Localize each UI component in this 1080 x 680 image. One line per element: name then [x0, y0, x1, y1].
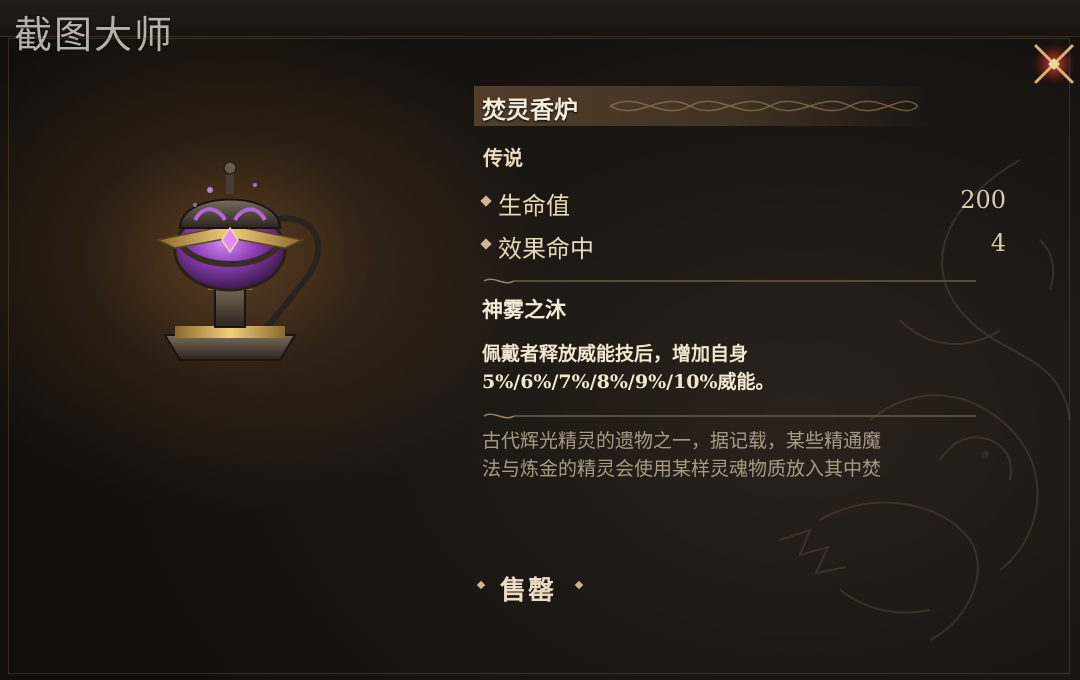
- section-divider: [483, 413, 976, 419]
- skill-name: 神雾之沐: [482, 297, 566, 322]
- sell-label: 售罄: [500, 576, 557, 606]
- item-name: 焚灵香炉: [482, 95, 578, 124]
- lore-line: 古代辉光精灵的遗物之一，据记载，某些精通魔: [482, 430, 882, 452]
- diamond-bullet-icon: [480, 195, 492, 207]
- diamond-bullet-icon: [574, 580, 584, 590]
- section-divider: [483, 278, 976, 284]
- item-detail-screen: 截图大师 焚灵香炉 传说 生命值 200 效果命中 4 神雾之沐 佩戴者释放威能…: [0, 0, 1080, 680]
- close-button[interactable]: [1030, 40, 1078, 88]
- stat-value: 200: [960, 186, 1006, 214]
- lore-text: 古代辉光精灵的遗物之一，据记载，某些精通魔 法与炼金的精灵会使用某样灵魂物质放入…: [482, 427, 1002, 483]
- item-rarity: 传说: [483, 146, 523, 170]
- skill-description-line: 5%/6%/7%/8%/9%/10%威能。: [482, 371, 775, 393]
- stat-label: 效果命中: [498, 235, 594, 263]
- skill-description-line: 佩戴者释放威能技后，增加自身: [482, 343, 749, 365]
- lore-line: 法与炼金的精灵会使用某样灵魂物质放入其中焚: [482, 458, 882, 480]
- close-x-icon: [1032, 42, 1076, 86]
- watermark-text: 截图大师: [14, 13, 175, 57]
- stat-label: 生命值: [498, 192, 570, 220]
- incense-burner-icon: [155, 161, 322, 361]
- diamond-bullet-icon: [476, 580, 486, 590]
- stat-row-hp: 生命值 200: [480, 186, 1010, 220]
- stat-row-effect-hit: 效果命中 4: [480, 229, 1010, 263]
- banner-ornament: [609, 100, 919, 112]
- skill-description: 佩戴者释放威能技后，增加自身 5%/6%/7%/8%/9%/10%威能。: [482, 340, 1002, 396]
- stat-value: 4: [990, 229, 1006, 257]
- diamond-bullet-icon: [480, 238, 492, 250]
- sell-button[interactable]: 售罄: [470, 566, 590, 606]
